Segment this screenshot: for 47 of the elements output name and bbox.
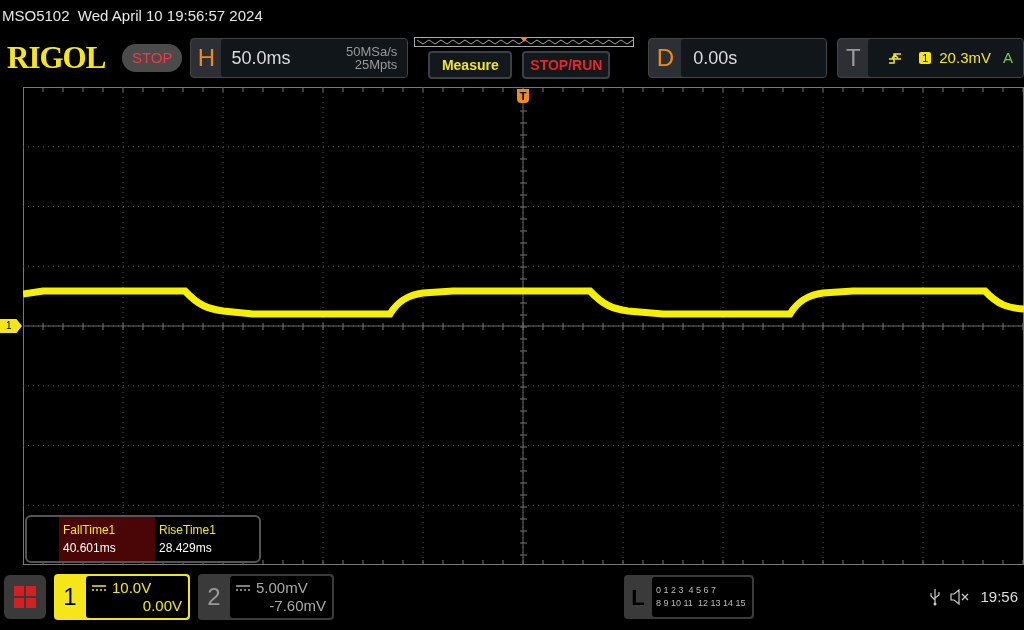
channel-scale: 5.00mV	[256, 579, 308, 597]
measurement-value: 28.429ms	[159, 541, 213, 555]
measurement-item[interactable]: FallTime1 40.601ms	[59, 517, 155, 561]
trigger-panel[interactable]: T 1 20.3mV A	[837, 38, 1024, 78]
menu-button[interactable]	[4, 575, 46, 619]
digital-channel-labels: 4 5 6 7	[688, 585, 717, 596]
measurement-value: 40.601ms	[63, 541, 117, 555]
channel-number: 1	[62, 582, 78, 612]
horizontal-label: H	[196, 43, 217, 73]
sample-rate: 50MSa/s	[346, 45, 398, 58]
clock: 19:56	[980, 586, 1018, 607]
memory-depth: 25Mpts	[354, 58, 398, 71]
channel-scale: 10.0V	[112, 579, 152, 597]
dc-coupling-icon	[236, 585, 250, 591]
measurement-name: FallTime1	[63, 523, 117, 537]
channel-panel[interactable]: 1 10.0V 0.00V	[54, 574, 190, 620]
trigger-label: T	[844, 43, 862, 73]
trigger-position-marker[interactable]: T	[516, 89, 530, 103]
channel-number: 2	[206, 582, 222, 612]
trigger-level: 20.3mV	[939, 47, 991, 68]
stop-run-button[interactable]: STOP/RUN	[522, 51, 611, 79]
trigger-mode: A	[1003, 47, 1013, 68]
rising-edge-icon	[889, 52, 902, 64]
status-line: MSO5102 Wed April 10 19:56:57 2024	[2, 5, 263, 26]
measurement-item[interactable]: RiseTime1 28.429ms	[155, 517, 251, 561]
logic-panel[interactable]: L 0 1 2 3 4 5 6 7 8 9 10 11 12 13 14 15	[624, 575, 754, 619]
dc-coupling-icon	[92, 585, 106, 591]
digital-channel-labels: 0 1 2 3	[656, 585, 684, 596]
horizontal-panel[interactable]: H 50.0ms 50MSa/s 25Mpts	[190, 38, 409, 78]
delay-panel[interactable]: D 0.00s	[648, 38, 828, 78]
delay-value: 0.00s	[693, 46, 738, 70]
digital-channel-labels: 12 13 14 15	[697, 598, 746, 609]
channel-offset: 0.00V	[142, 597, 182, 615]
speaker-muted-icon	[950, 589, 971, 605]
measure-button[interactable]: Measure	[428, 51, 513, 79]
channel-offset-marker[interactable]: 1	[0, 319, 22, 333]
grid-menu-icon	[14, 586, 36, 608]
logic-label: L	[630, 583, 646, 612]
trigger-source-badge: 1	[919, 52, 932, 64]
digital-channel-labels: 8 9 10 11	[656, 598, 693, 609]
timebase-value: 50.0ms	[231, 46, 291, 70]
delay-label: D	[655, 43, 675, 73]
usb-icon	[930, 588, 941, 606]
channel-offset: -7.60mV	[269, 597, 326, 615]
channel-panel[interactable]: 2 5.00mV -7.60mV	[198, 574, 334, 620]
brand-logo: RIGOL	[7, 38, 107, 77]
measurement-name: RiseTime1	[159, 523, 217, 537]
